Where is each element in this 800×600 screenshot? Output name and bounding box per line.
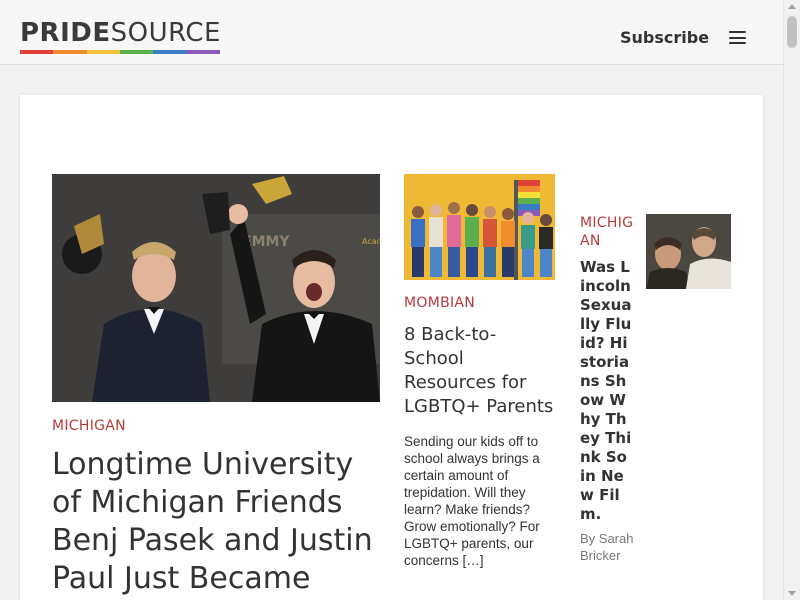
scroll-thumb[interactable] — [787, 16, 797, 48]
article-mombian-image[interactable] — [404, 174, 555, 280]
scrollbar[interactable] — [783, 0, 800, 600]
article-lincoln-byline: By Sarah Bricker — [580, 531, 634, 563]
logo-rainbow-bar — [20, 50, 220, 54]
article-lincoln-category[interactable]: MICHIGAN — [580, 214, 634, 250]
logo-text: PRIDESOURCE — [20, 18, 221, 48]
subscribe-link[interactable]: Subscribe — [620, 28, 709, 47]
site-header: PRIDESOURCE Subscribe — [0, 0, 783, 65]
article-mombian: MOMBIAN 8 Back-to-School Resources for L… — [404, 174, 555, 569]
article-mombian-excerpt: Sending our kids off to school always br… — [404, 434, 540, 568]
article-mombian-title[interactable]: 8 Back-to-School Resources for LGBTQ+ Pa… — [404, 323, 555, 419]
scroll-up-arrow-icon[interactable] — [788, 4, 796, 9]
articles-card: EMMY Acad MICHIGAN Longtime University o… — [20, 95, 763, 600]
article-lincoln-image[interactable] — [646, 214, 731, 289]
scroll-down-arrow-icon[interactable] — [788, 591, 796, 596]
feature-article-category[interactable]: MICHIGAN — [52, 418, 380, 434]
article-mombian-category[interactable]: MOMBIAN — [404, 295, 555, 311]
feature-article-title[interactable]: Longtime University of Michigan Friends … — [52, 446, 380, 598]
hamburger-menu-icon[interactable] — [729, 31, 746, 44]
feature-article-image[interactable]: EMMY Acad — [52, 174, 380, 402]
pridesource-logo[interactable]: PRIDESOURCE — [20, 18, 221, 54]
svg-text:Acad: Acad — [362, 237, 380, 246]
article-lincoln: MICHIGAN Was Lincoln Sexually Fluid? His… — [580, 214, 735, 564]
feature-article: EMMY Acad MICHIGAN Longtime University o… — [52, 174, 380, 598]
article-lincoln-title[interactable]: Was Lincoln Sexually Fluid? Historians S… — [580, 258, 634, 524]
